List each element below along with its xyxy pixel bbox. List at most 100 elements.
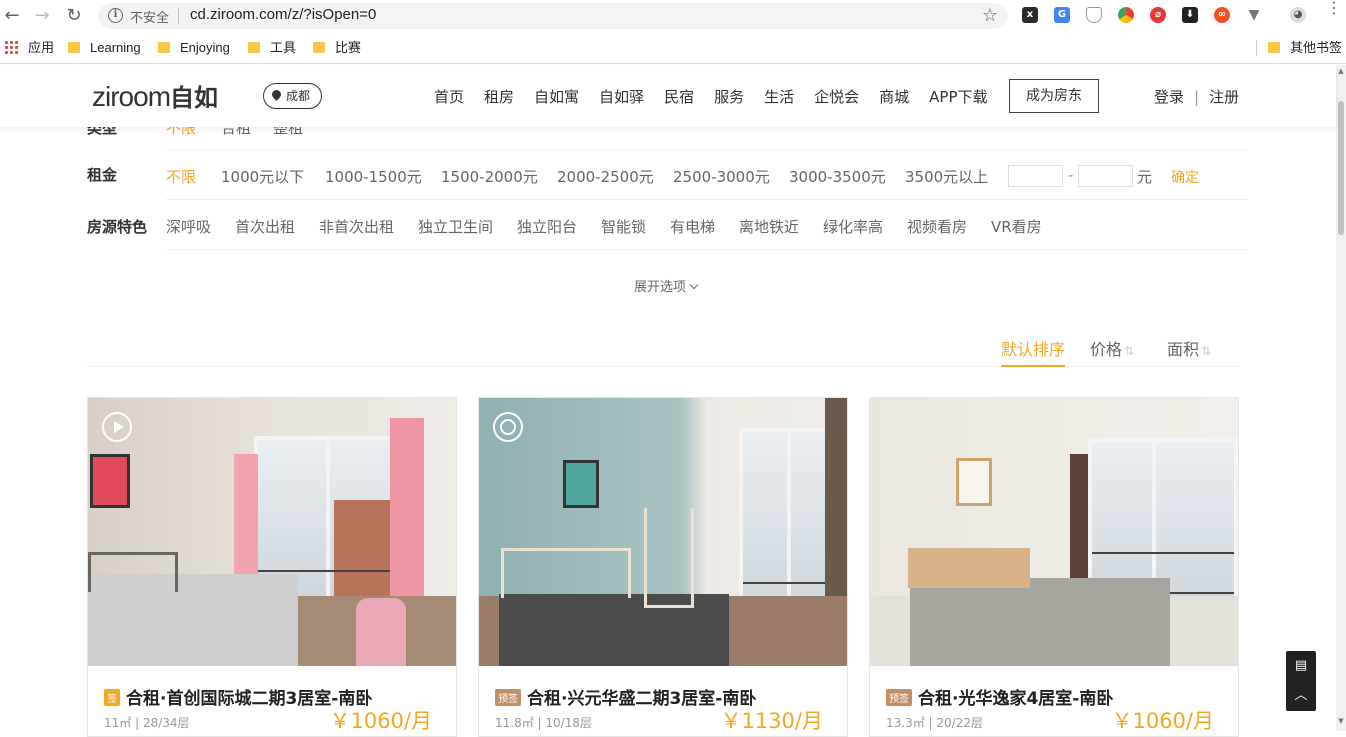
- scroll-up-icon[interactable]: ▲: [1336, 67, 1346, 75]
- min-price-input[interactable]: [1008, 165, 1063, 187]
- reload-icon[interactable]: ↻: [64, 6, 84, 26]
- url-text[interactable]: cd.ziroom.com/z/?isOpen=0: [190, 6, 376, 23]
- login-link[interactable]: 登录: [1154, 88, 1184, 106]
- room-photo[interactable]: [870, 398, 1238, 666]
- bookmark-enjoying[interactable]: Enjoying: [158, 40, 230, 56]
- chrome-extension-icon[interactable]: [1118, 7, 1134, 23]
- bookmark-learning[interactable]: Learning: [68, 40, 141, 56]
- rent-option-under-1000[interactable]: 1000元以下: [221, 166, 304, 187]
- sort-bar: 默认排序 价格 ⇅ 面积 ⇅: [87, 330, 1238, 367]
- feature-fresh-air[interactable]: 深呼吸: [166, 216, 211, 237]
- nav-enterprise[interactable]: 企悦会: [814, 87, 859, 107]
- feature-video-tour[interactable]: 视频看房: [907, 216, 967, 237]
- feature-private-bathroom[interactable]: 独立卫生间: [418, 216, 493, 237]
- forward-icon[interactable]: →: [32, 6, 52, 26]
- rent-option-above-3500[interactable]: 3500元以上: [905, 166, 988, 187]
- feature-vr-tour[interactable]: VR看房: [991, 216, 1042, 237]
- back-to-top-icon[interactable]: ︿: [1286, 681, 1316, 711]
- filter-label-features: 房源特色: [87, 218, 148, 236]
- listing-title[interactable]: 预签 合租·兴元华盛二期3居室-南卧: [495, 684, 756, 709]
- insecure-label: 不安全: [130, 11, 170, 26]
- vue-extension-icon[interactable]: ▼: [1246, 7, 1262, 23]
- nav-homestay[interactable]: 民宿: [664, 87, 694, 107]
- listing-card[interactable]: 预签 合租·光华逸家4居室-南卧 13.3㎡ | 20/22层 ￥1060/月: [869, 397, 1239, 737]
- sort-price[interactable]: 价格 ⇅: [1090, 336, 1134, 367]
- profile-avatar-icon[interactable]: ◕: [1290, 7, 1306, 23]
- listing-card[interactable]: 预签 合租·兴元华盛二期3居室-南卧 11.8㎡ | 10/18层 ￥1130/月: [478, 397, 848, 737]
- listing-card[interactable]: 签合租·首创国际城二期3居室-南卧 11㎡ | 28/34层 ￥1060/月: [87, 397, 457, 737]
- bookmarks-bar: 应用 Learning Enjoying 工具 比赛 其他书签: [0, 32, 1346, 64]
- nav-life[interactable]: 生活: [764, 87, 794, 107]
- bookmark-tools[interactable]: 工具: [248, 40, 296, 56]
- rent-option-any[interactable]: 不限: [166, 166, 196, 187]
- rent-option-1500-2000[interactable]: 1500-2000元: [441, 166, 538, 187]
- chevron-down-icon: [689, 280, 699, 290]
- folder-icon: [248, 42, 260, 53]
- feature-green-area[interactable]: 绿化率高: [823, 216, 883, 237]
- back-icon[interactable]: ←: [2, 6, 22, 26]
- apps-grid-icon: [4, 40, 18, 54]
- become-landlord-button[interactable]: 成为房东: [1009, 79, 1099, 113]
- scroll-thumb[interactable]: [1338, 101, 1344, 235]
- rent-option-3000-3500[interactable]: 3000-3500元: [789, 166, 886, 187]
- rent-option-2500-3000[interactable]: 2500-3000元: [673, 166, 770, 187]
- bed-headboard: [908, 548, 1030, 588]
- nav-service[interactable]: 服务: [714, 87, 744, 107]
- feature-elevator[interactable]: 有电梯: [670, 216, 715, 237]
- nav-rent[interactable]: 租房: [484, 87, 514, 107]
- nav-mall[interactable]: 商城: [879, 87, 909, 107]
- scroll-down-icon[interactable]: ▼: [1336, 717, 1346, 725]
- listing-meta: 13.3㎡ | 20/22层: [886, 716, 983, 730]
- bookmark-apps[interactable]: 应用: [4, 40, 54, 56]
- folder-icon: [68, 42, 80, 53]
- folder-icon: [313, 42, 325, 53]
- sort-area[interactable]: 面积 ⇅: [1167, 336, 1211, 367]
- bookmark-contests[interactable]: 比赛: [313, 40, 361, 56]
- rent-option-1000-1500[interactable]: 1000-1500元: [325, 166, 422, 187]
- feature-not-first-rental[interactable]: 非首次出租: [319, 216, 394, 237]
- main-nav: 首页 租房 自如寓 自如驿 民宿 服务 生活 企悦会 商城 APP下载: [434, 87, 1008, 107]
- bookmark-other[interactable]: 其他书签: [1268, 40, 1342, 56]
- folder-icon: [1268, 42, 1280, 53]
- auth-divider: |: [1194, 88, 1200, 106]
- address-bar[interactable]: i 不安全 cd.ziroom.com/z/?isOpen=0 ☆: [98, 3, 1008, 29]
- feature-first-rental[interactable]: 首次出租: [235, 216, 295, 237]
- feature-private-balcony[interactable]: 独立阳台: [517, 216, 577, 237]
- flash-extension-icon[interactable]: ⌀: [1150, 7, 1166, 23]
- info-icon[interactable]: i: [108, 8, 123, 23]
- browser-menu-icon[interactable]: ⋮: [1326, 0, 1342, 16]
- auth-links: 登录 | 注册: [1154, 87, 1239, 107]
- nav-ziroom-apartment[interactable]: 自如寓: [534, 87, 579, 107]
- extension-x-icon[interactable]: x: [1022, 7, 1038, 23]
- bookmark-divider: [1256, 40, 1257, 56]
- room-photo[interactable]: [88, 398, 456, 666]
- listing-title[interactable]: 预签 合租·光华逸家4居室-南卧: [886, 684, 1113, 709]
- nav-ziroom-hostel[interactable]: 自如驿: [599, 87, 644, 107]
- translate-icon[interactable]: G: [1054, 7, 1070, 23]
- room-photo[interactable]: [479, 398, 847, 666]
- curtain: [390, 418, 424, 618]
- register-link[interactable]: 注册: [1209, 88, 1239, 106]
- sort-arrows-icon: ⇅: [1124, 344, 1135, 358]
- shield-extension-icon[interactable]: [1086, 7, 1102, 23]
- document-icon[interactable]: ▤: [1286, 651, 1316, 681]
- rent-option-2000-2500[interactable]: 2000-2500元: [557, 166, 654, 187]
- video-play-icon[interactable]: [102, 412, 132, 442]
- infinity-extension-icon[interactable]: ∞: [1214, 7, 1230, 23]
- bookmark-star-icon[interactable]: ☆: [982, 5, 998, 26]
- download-extension-icon[interactable]: ⬇: [1182, 7, 1198, 23]
- page-scrollbar[interactable]: ▲ ▼: [1336, 65, 1346, 731]
- feature-near-subway[interactable]: 离地铁近: [739, 216, 799, 237]
- price-unit: 元: [1137, 168, 1153, 186]
- vr-view-icon[interactable]: [493, 412, 523, 442]
- sort-default[interactable]: 默认排序: [1001, 336, 1066, 367]
- feature-smart-lock[interactable]: 智能锁: [601, 216, 646, 237]
- price-confirm-button[interactable]: 确定: [1171, 167, 1199, 187]
- nav-app-download[interactable]: APP下载: [929, 87, 987, 107]
- max-price-input[interactable]: [1078, 165, 1133, 187]
- nav-home[interactable]: 首页: [434, 87, 464, 107]
- ziroom-logo[interactable]: ziroom自如: [92, 81, 218, 114]
- expand-options-toggle[interactable]: 展开选项: [634, 276, 699, 295]
- bed-frame: [501, 548, 631, 598]
- city-selector[interactable]: 成都: [263, 83, 322, 109]
